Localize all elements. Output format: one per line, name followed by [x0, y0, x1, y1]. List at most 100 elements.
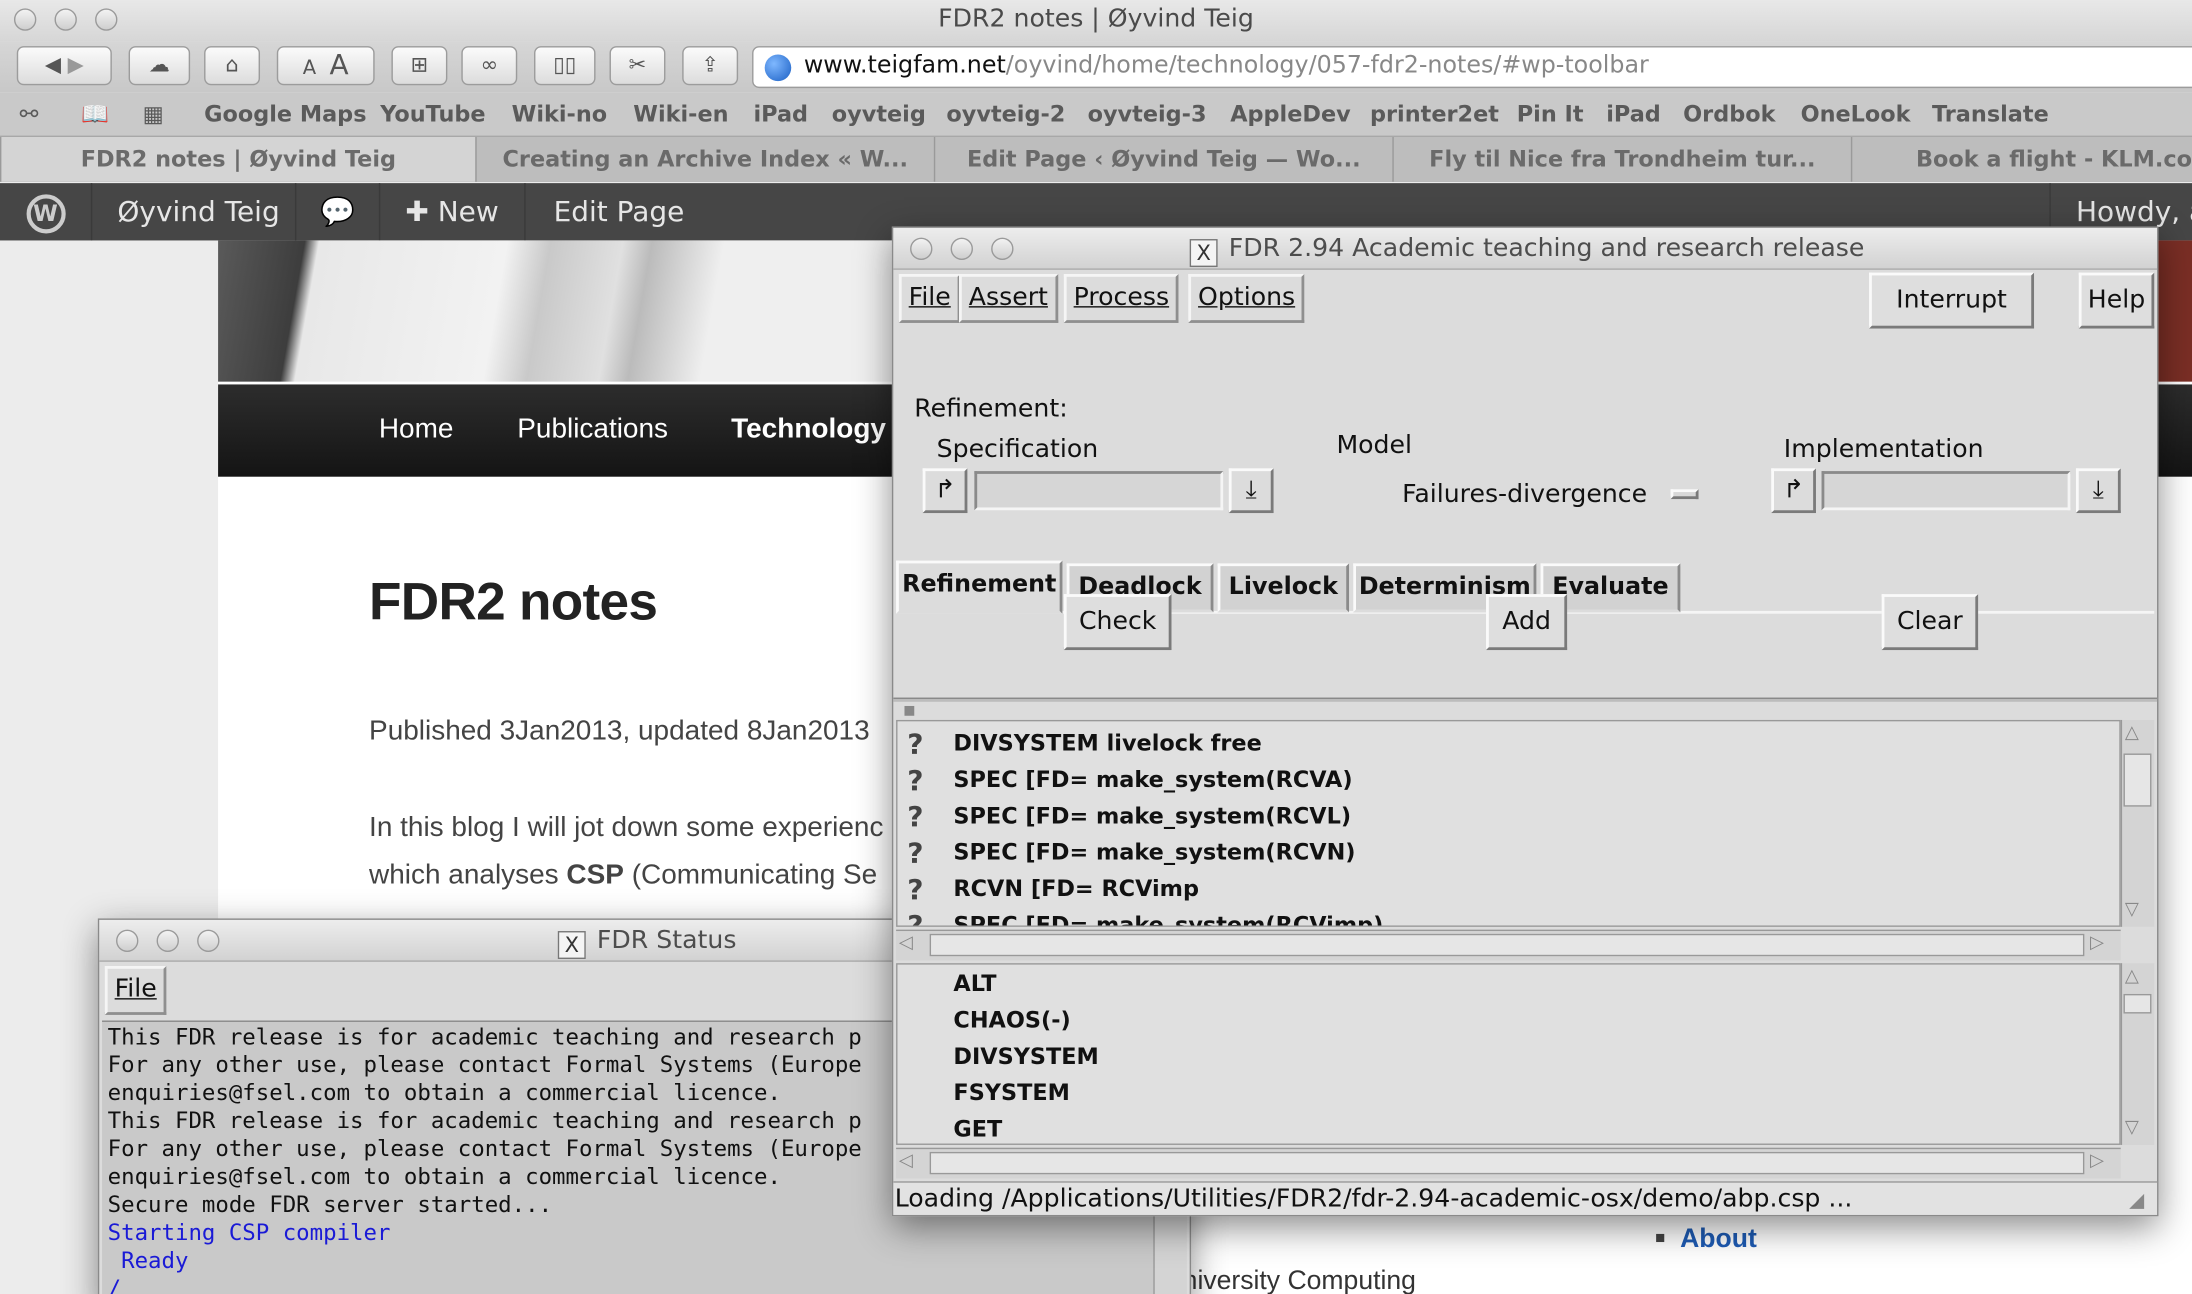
status-minimize-button[interactable] [156, 929, 179, 953]
bookmark-ipad[interactable]: iPad [754, 101, 809, 128]
impl-dropdown-button[interactable]: ⤓ [2075, 468, 2121, 514]
address-bar[interactable]: www.teigfam.net/oyvind/home/technology/0… [752, 46, 2192, 89]
help-button[interactable]: Help [2078, 272, 2155, 329]
bookmarks-button[interactable]: ▯▯ [534, 46, 596, 86]
scroll-down-icon[interactable]: ▽ [2125, 899, 2139, 920]
scroll-thumb[interactable] [929, 1151, 2085, 1175]
bookmark-pin-it[interactable]: Pin It [1517, 101, 1584, 128]
scroll-down-icon[interactable]: ▽ [2125, 1117, 2139, 1138]
spec-select-button[interactable]: ↱ [922, 468, 968, 514]
bookmark-onelook[interactable]: OneLook [1801, 101, 1911, 128]
tab-fdr2-notes[interactable]: FDR2 notes | Øyvind Teig [0, 137, 476, 182]
status-zoom-button[interactable] [197, 929, 220, 953]
back-forward-buttons[interactable]: ◀ ▶ [16, 46, 112, 86]
clip-button[interactable]: ✂ [609, 46, 666, 86]
home-button[interactable]: ⌂ [204, 46, 261, 86]
bookmark-oyvteig[interactable]: oyvteig [832, 101, 926, 128]
assertions-list[interactable]: ? DIVSYSTEM livelock free ? SPEC [FD= ma… [896, 719, 2121, 927]
fdr-zoom-button[interactable] [991, 237, 1014, 261]
bookmark-ipad-2[interactable]: iPad [1606, 101, 1661, 128]
scroll-right-icon[interactable]: ▷ [2090, 932, 2104, 953]
text-size-buttons[interactable]: A A [276, 46, 375, 86]
tab-livelock[interactable]: Livelock [1217, 563, 1350, 613]
spec-dropdown-button[interactable]: ⤓ [1228, 468, 1274, 514]
processes-horizontal-scrollbar[interactable]: ◁ ▷ [896, 1147, 2121, 1179]
menu-process[interactable]: Process [1063, 274, 1179, 323]
scroll-thumb[interactable] [2123, 993, 2152, 1014]
pane-resize-handle[interactable] [904, 705, 915, 716]
assertion-item[interactable]: SPEC [FD= make_system(RCVL) [953, 802, 1351, 829]
increase-text-button[interactable]: A [330, 48, 349, 82]
back-icon[interactable]: ◀ [45, 52, 61, 77]
specification-field[interactable] [974, 471, 1224, 511]
bookmark-translate[interactable]: Translate [1932, 101, 2049, 128]
bookmark-wiki-en[interactable]: Wiki-en [633, 101, 728, 128]
process-item[interactable]: ALT [953, 970, 996, 997]
bookmark-wiki-no[interactable]: Wiki-no [512, 101, 607, 128]
check-button[interactable]: Check [1063, 594, 1172, 651]
comments-icon[interactable]: 💬 [296, 183, 381, 241]
scroll-thumb[interactable] [929, 933, 2085, 957]
tab-edit-page[interactable]: Edit Page ‹ Øyvind Teig — Wo... [933, 137, 1393, 182]
bookmark-oyvteig-3[interactable]: oyvteig-3 [1088, 101, 1207, 128]
icloud-button[interactable]: ☁ [128, 46, 191, 86]
assertion-item[interactable]: DIVSYSTEM livelock free [953, 730, 1261, 757]
tab-refinement[interactable]: Refinement [896, 560, 1063, 614]
menu-file[interactable]: File [898, 274, 961, 323]
assertions-horizontal-scrollbar[interactable]: ◁ ▷ [896, 929, 2121, 961]
wp-site-name[interactable]: Øyvind Teig [92, 183, 297, 241]
model-option-menu-indicator[interactable] [1670, 489, 1699, 500]
wp-new-menu[interactable]: ✚ New [380, 183, 526, 241]
implementation-field[interactable] [1821, 471, 2071, 511]
scroll-left-icon[interactable]: ◁ [899, 932, 913, 953]
bookmark-appledev[interactable]: AppleDev [1230, 101, 1350, 128]
status-menu-file[interactable]: File [104, 965, 167, 1015]
decrease-text-button[interactable]: A [303, 57, 316, 79]
add-button[interactable]: Add [1486, 594, 1568, 651]
tab-fly-nice[interactable]: Fly til Nice fra Trondheim tur... [1392, 137, 1851, 182]
add-bookmark-button[interactable]: ⊞ [391, 46, 448, 86]
reader-button[interactable]: ∞ [461, 46, 518, 86]
assertion-item[interactable]: SPEC [FD= make_system(RCVN) [953, 839, 1355, 866]
zoom-window-button[interactable] [95, 8, 118, 31]
process-item[interactable]: GET [953, 1116, 1002, 1143]
interrupt-button[interactable]: Interrupt [1869, 272, 2035, 329]
wordpress-logo-icon[interactable]: W [0, 183, 93, 241]
bookmark-google-maps[interactable]: Google Maps [204, 101, 366, 128]
process-item[interactable]: CHAOS(-) [953, 1007, 1070, 1034]
forward-icon[interactable]: ▶ [68, 52, 84, 77]
fdr-close-button[interactable] [910, 237, 933, 261]
show-bookmarks-icon[interactable]: 📖 [81, 101, 109, 128]
assertion-item[interactable]: SPEC [FD= make_system(RCVimp) [953, 911, 1383, 925]
nav-publications[interactable]: Publications [517, 414, 668, 446]
nav-home[interactable]: Home [379, 414, 454, 446]
scroll-thumb[interactable] [2123, 753, 2152, 807]
reading-list-icon[interactable]: ⚯ [20, 101, 39, 128]
impl-select-button[interactable]: ↱ [1771, 468, 1816, 514]
close-window-button[interactable] [13, 8, 37, 31]
scroll-up-icon[interactable]: △ [2125, 966, 2139, 987]
top-sites-icon[interactable]: ▦ [143, 101, 164, 128]
resize-grip-icon[interactable]: ◢ [2129, 1190, 2144, 1212]
bookmark-ordbok[interactable]: Ordbok [1683, 101, 1775, 128]
process-item[interactable]: DIVSYSTEM [953, 1043, 1098, 1070]
bookmark-oyvteig-2[interactable]: oyvteig-2 [946, 101, 1065, 128]
clear-button[interactable]: Clear [1881, 594, 1979, 651]
bookmark-youtube[interactable]: YouTube [380, 101, 485, 128]
pane-separator[interactable] [893, 697, 2158, 702]
scroll-up-icon[interactable]: △ [2125, 723, 2139, 744]
bookmark-printer2et[interactable]: printer2et [1370, 101, 1499, 128]
nav-technology[interactable]: Technology [731, 414, 886, 446]
scroll-right-icon[interactable]: ▷ [2090, 1151, 2104, 1172]
sidebar-about-link[interactable]: ■ About [1655, 1225, 1757, 1256]
tab-klm[interactable]: Book a flight - KLM.co [1850, 137, 2192, 182]
minimize-window-button[interactable] [54, 8, 77, 31]
share-button[interactable]: ⇪ [682, 46, 739, 86]
menu-options[interactable]: Options [1188, 274, 1305, 323]
process-item[interactable]: FSYSTEM [953, 1079, 1069, 1106]
assertions-vertical-scrollbar[interactable]: △ ▽ [2120, 719, 2155, 927]
model-value[interactable]: Failures-divergence [1402, 480, 1647, 509]
wp-edit-page[interactable]: Edit Page [526, 183, 708, 240]
fdr-minimize-button[interactable] [950, 237, 973, 261]
processes-list[interactable]: ALT CHAOS(-) DIVSYSTEM FSYSTEM GET [896, 963, 2121, 1145]
